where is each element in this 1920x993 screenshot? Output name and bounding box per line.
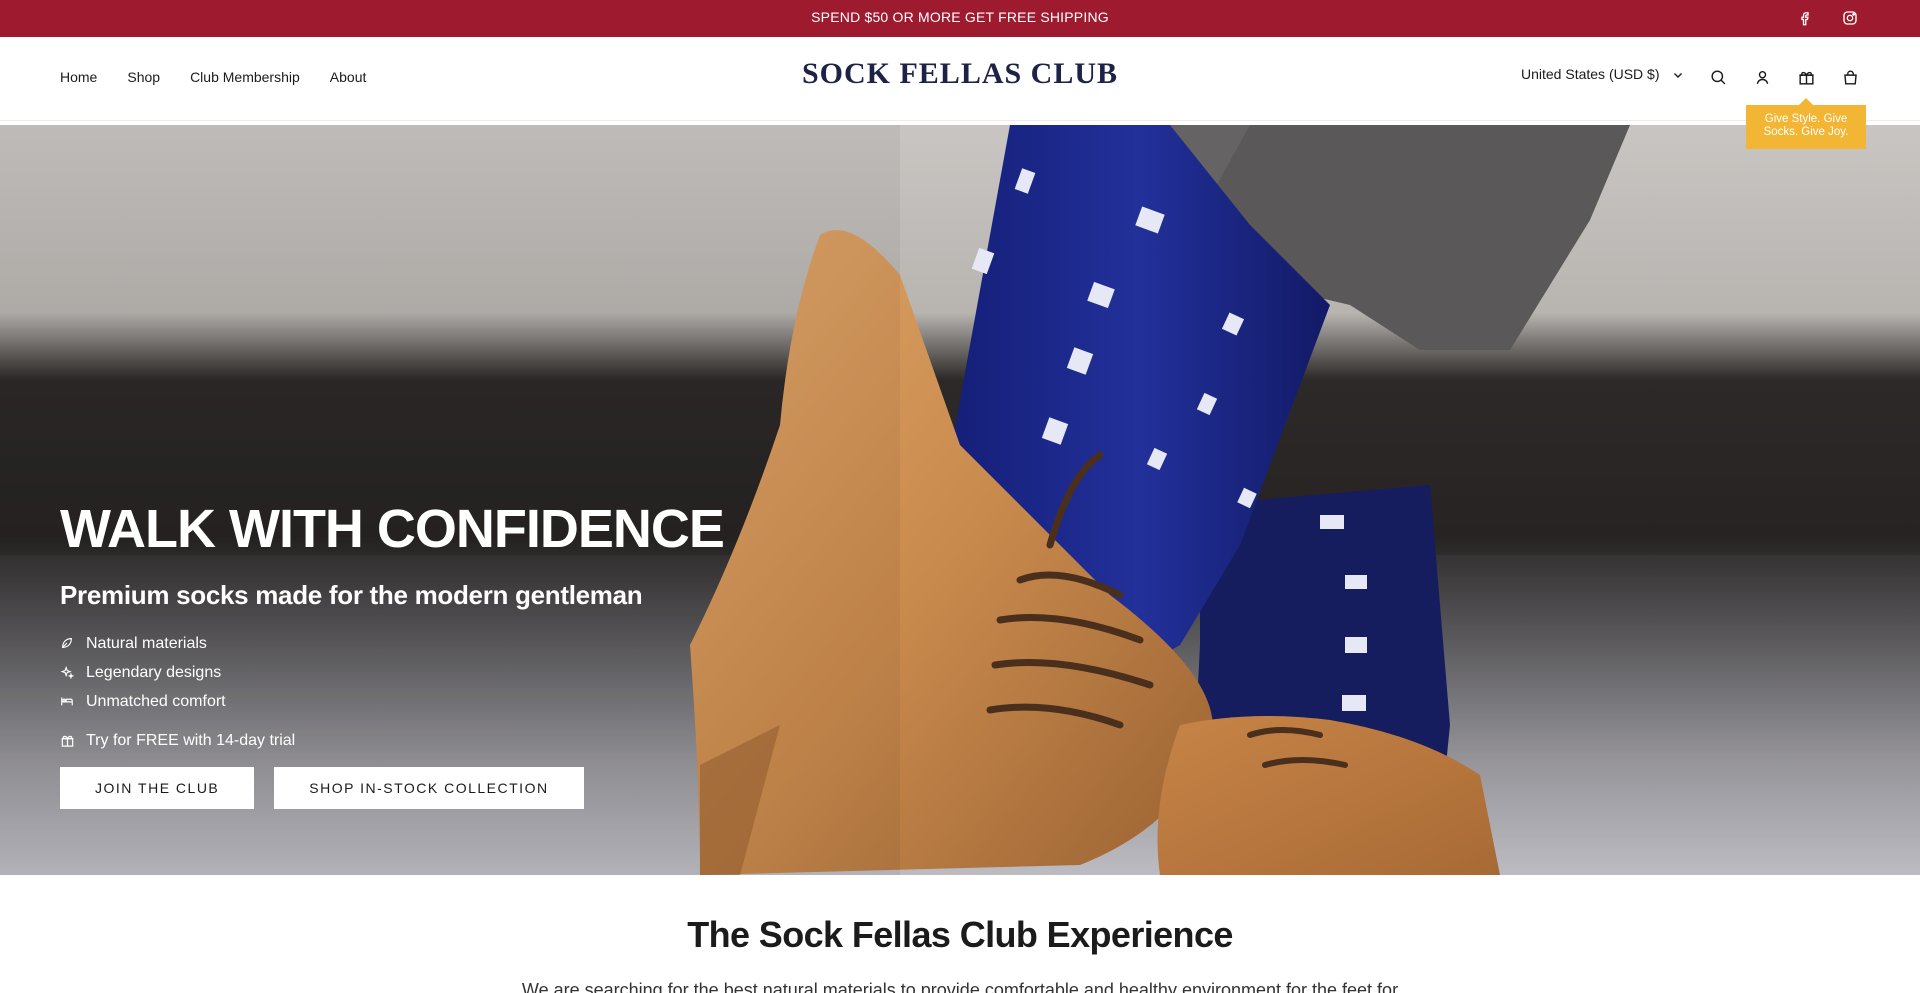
cart-icon[interactable] bbox=[1838, 65, 1862, 89]
gift-tooltip: Give Style. Give Socks. Give Joy. bbox=[1746, 98, 1866, 149]
nav-club-membership[interactable]: Club Membership bbox=[190, 69, 300, 85]
experience-title: The Sock Fellas Club Experience bbox=[687, 914, 1233, 955]
chevron-down-icon bbox=[1672, 68, 1684, 80]
site-logo[interactable]: SOCK FELLAS CLUB bbox=[802, 57, 1118, 90]
announcement-text: SPEND $50 OR MORE GET FREE SHIPPING bbox=[811, 9, 1109, 25]
search-icon[interactable] bbox=[1706, 65, 1730, 89]
feature-list: Natural materials Legendary designs Unma… bbox=[60, 629, 760, 716]
site-header: Home Shop Club Membership About SOCK FEL… bbox=[0, 37, 1920, 121]
nav-shop[interactable]: Shop bbox=[127, 69, 160, 85]
nav-about[interactable]: About bbox=[330, 69, 367, 85]
main-nav: Home Shop Club Membership About bbox=[60, 37, 396, 117]
gift-icon bbox=[60, 733, 76, 749]
currency-selector[interactable]: United States (USD $) bbox=[1521, 66, 1684, 82]
feature-label: Natural materials bbox=[86, 634, 207, 652]
hero-subtitle: Premium socks made for the modern gentle… bbox=[60, 580, 643, 610]
experience-text: We are searching for the best natural ma… bbox=[521, 980, 1399, 993]
facebook-icon[interactable] bbox=[1793, 7, 1817, 29]
feature-item: Natural materials bbox=[60, 629, 760, 658]
hero-banner: WALK WITH CONFIDENCE Premium socks made … bbox=[0, 125, 1920, 875]
announcement-bar: SPEND $50 OR MORE GET FREE SHIPPING bbox=[0, 0, 1920, 37]
sparkle-icon bbox=[60, 665, 76, 681]
account-icon[interactable] bbox=[1750, 65, 1774, 89]
currency-label: United States (USD $) bbox=[1521, 66, 1660, 82]
instagram-icon[interactable] bbox=[1838, 7, 1862, 29]
feature-label: Legendary designs bbox=[86, 663, 222, 681]
bed-icon bbox=[60, 694, 76, 710]
trial-note: Try for FREE with 14-day trial bbox=[60, 726, 760, 755]
feature-label: Unmatched comfort bbox=[86, 692, 226, 710]
leaf-icon bbox=[60, 636, 76, 652]
gift-icon[interactable] bbox=[1794, 65, 1818, 89]
trial-label: Try for FREE with 14-day trial bbox=[86, 731, 296, 749]
feature-item: Legendary designs bbox=[60, 658, 760, 687]
hero-title: WALK WITH CONFIDENCE bbox=[60, 499, 725, 559]
feature-item: Unmatched comfort bbox=[60, 687, 760, 716]
cta-buttons: JOIN THE CLUB SHOP IN-STOCK COLLECTION bbox=[60, 767, 760, 809]
nav-home[interactable]: Home bbox=[60, 69, 97, 85]
shop-collection-button[interactable]: SHOP IN-STOCK COLLECTION bbox=[274, 767, 584, 809]
join-club-button[interactable]: JOIN THE CLUB bbox=[60, 767, 255, 809]
hero-content: WALK WITH CONFIDENCE Premium socks made … bbox=[60, 498, 760, 809]
